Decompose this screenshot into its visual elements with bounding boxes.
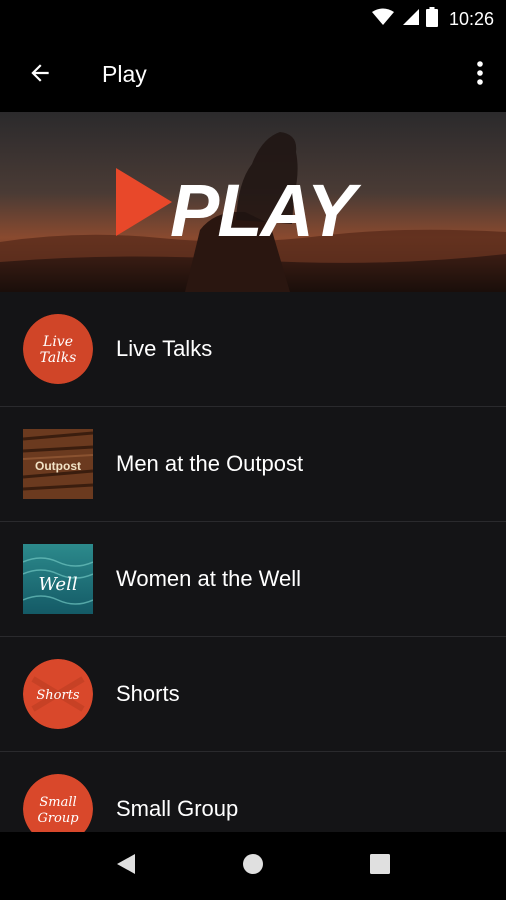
status-time: 10:26 [448,8,494,29]
list-item-label: Men at the Outpost [116,451,304,476]
play-banner: PLAY [0,112,506,292]
nav-recents-icon [369,853,391,880]
small-group-thumbnail: Small Group [23,774,93,832]
list-item-label: Small Group [116,796,239,821]
more-vert-icon [476,60,484,91]
nav-recents-button[interactable] [360,846,400,886]
banner-logo-text: PLAY [170,169,362,252]
men-at-the-outpost-thumbnail: Outpost [23,429,93,499]
svg-text:Well: Well [38,574,77,595]
category-list: Live Talks Live Talks Outpost Men at the… [0,292,506,832]
status-icons: 10:26 [371,6,494,32]
svg-text:Shorts: Shorts [36,688,80,703]
arrow-back-icon [27,60,53,91]
back-button[interactable] [20,57,60,93]
shorts-thumbnail: Shorts [23,659,93,729]
women-at-the-well-thumbnail: Well [23,544,93,614]
list-item[interactable]: Well Women at the Well [0,522,506,637]
nav-back-icon [115,852,137,881]
list-item[interactable]: Outpost Men at the Outpost [0,407,506,522]
overflow-menu-button[interactable] [468,57,492,93]
svg-text:Talks: Talks [40,350,77,366]
svg-text:Live: Live [42,334,73,350]
status-bar: 10:26 [0,0,506,38]
app-bar: Play [0,38,506,112]
banner-image: PLAY [0,112,506,292]
svg-text:Group: Group [37,811,79,826]
svg-text:Small: Small [39,795,76,810]
nav-home-icon [241,852,265,881]
nav-back-button[interactable] [106,846,146,886]
list-item[interactable]: Shorts Shorts [0,637,506,752]
battery-icon [425,6,438,32]
live-talks-thumbnail: Live Talks [23,314,93,384]
list-item[interactable]: Small Group Small Group [0,752,506,832]
list-item-label: Shorts [116,681,180,706]
svg-text:Outpost: Outpost [35,459,81,473]
page-title: Play [102,61,147,87]
list-item-label: Live Talks [116,336,213,361]
nav-home-button[interactable] [233,846,273,886]
wifi-icon [371,8,394,31]
system-nav-bar [0,832,506,900]
cell-signal-icon [401,8,419,31]
list-item-label: Women at the Well [116,566,302,591]
list-item[interactable]: Live Talks Live Talks [0,292,506,407]
